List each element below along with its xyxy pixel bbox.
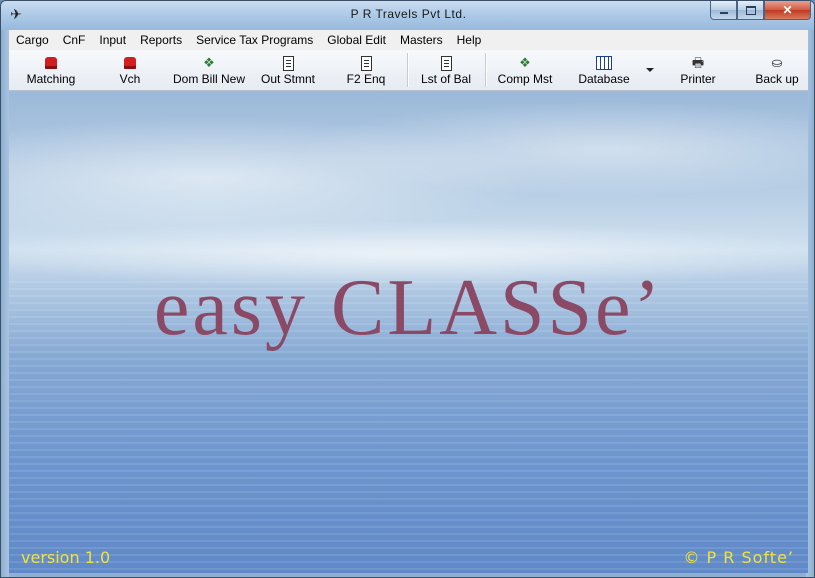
database-button[interactable]: Database	[571, 50, 637, 90]
f2-enq-button[interactable]: F2 Enq	[335, 50, 397, 90]
printer-icon: 🖶	[691, 55, 705, 70]
toolbar-separator	[485, 53, 487, 87]
main-splash-area: easy CLASSe’ version 1.0 © P R Softe’	[9, 91, 808, 573]
window-controls: ✕	[710, 1, 811, 20]
menu-bar: Cargo CnF Input Reports Service Tax Prog…	[9, 30, 808, 50]
comp-mst-button[interactable]: ❖ Comp Mst	[491, 50, 559, 90]
f2-enq-label: F2 Enq	[346, 72, 386, 86]
matching-button[interactable]: Matching	[19, 50, 83, 90]
comp-mst-label: Comp Mst	[497, 72, 553, 86]
close-button[interactable]: ✕	[764, 1, 811, 20]
vch-button[interactable]: Vch	[103, 50, 157, 90]
money-icon: ❖	[203, 55, 215, 70]
menu-help[interactable]: Help	[450, 30, 489, 50]
lst-of-bal-button[interactable]: Lst of Bal	[413, 50, 479, 90]
document-icon	[440, 54, 452, 72]
toolbar: Matching Vch ❖ Dom Bill New Out Stmnt F2…	[9, 50, 808, 91]
out-stmnt-label: Out Stmnt	[260, 72, 316, 86]
stamp-icon	[45, 54, 57, 72]
minimize-button[interactable]	[710, 1, 737, 20]
menu-global-edit[interactable]: Global Edit	[320, 30, 393, 50]
dom-bill-new-button[interactable]: ❖ Dom Bill New	[169, 50, 249, 90]
menu-input[interactable]: Input	[92, 30, 133, 50]
chevron-down-icon[interactable]	[646, 68, 654, 72]
out-stmnt-button[interactable]: Out Stmnt	[257, 50, 319, 90]
money-icon: ❖	[519, 55, 531, 70]
printer-button[interactable]: 🖶 Printer	[665, 50, 731, 90]
window-left-border	[1, 30, 9, 577]
window-title: P R Travels Pvt Ltd.	[350, 7, 467, 21]
toolbar-separator	[407, 53, 409, 87]
maximize-icon	[745, 5, 756, 15]
maximize-button[interactable]	[737, 1, 764, 20]
vch-label: Vch	[119, 72, 141, 86]
printer-label: Printer	[680, 72, 716, 86]
matching-label: Matching	[26, 72, 76, 86]
back-up-label: Back up	[755, 72, 799, 86]
version-label: version 1.0	[21, 548, 111, 567]
copyright-label: © P R Softe’	[683, 548, 794, 567]
app-window: ✈ P R Travels Pvt Ltd. ✕ Cargo CnF Input…	[0, 0, 815, 578]
dom-bill-new-label: Dom Bill New	[172, 72, 245, 86]
menu-cargo[interactable]: Cargo	[9, 30, 56, 50]
grid-icon	[596, 54, 612, 72]
document-icon	[282, 54, 294, 72]
stamp-icon	[124, 54, 136, 72]
menu-service-tax-programs[interactable]: Service Tax Programs	[189, 30, 320, 50]
lst-of-bal-label: Lst of Bal	[420, 72, 472, 86]
back-up-button[interactable]: ⛀ Back up	[745, 50, 809, 90]
menu-cnf[interactable]: CnF	[56, 30, 93, 50]
document-icon	[360, 54, 372, 72]
title-bar[interactable]: ✈ P R Travels Pvt Ltd. ✕	[1, 1, 814, 30]
menu-masters[interactable]: Masters	[393, 30, 450, 50]
disk-icon: ⛀	[771, 55, 783, 70]
close-icon: ✕	[782, 3, 793, 17]
database-label: Database	[578, 72, 630, 86]
menu-reports[interactable]: Reports	[133, 30, 189, 50]
brand-logo-text: easy CLASSe’	[153, 264, 664, 352]
minimize-icon	[719, 12, 728, 14]
